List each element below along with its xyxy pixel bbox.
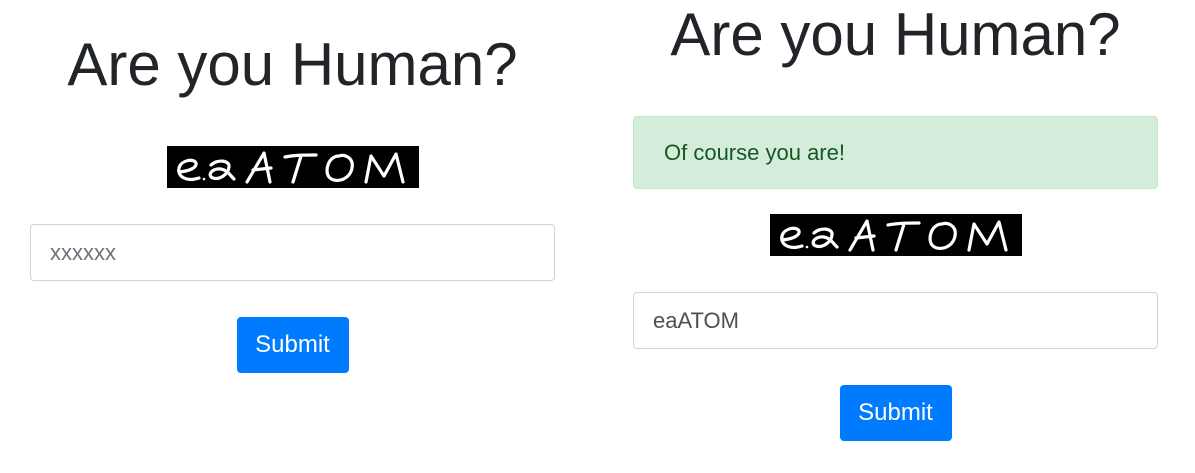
page-title: Are you Human? xyxy=(67,31,518,98)
submit-button[interactable]: Submit xyxy=(236,317,349,373)
success-alert-text: Of course you are! xyxy=(664,139,845,165)
captcha-image xyxy=(166,146,419,188)
page-title: Are you Human? xyxy=(670,1,1121,68)
captcha-form-initial: Are you Human? Submit xyxy=(30,0,555,473)
submit-button[interactable]: Submit xyxy=(839,385,952,441)
captcha-form-verified: Are you Human? Of course you are! Submit xyxy=(633,0,1158,473)
success-alert: Of course you are! xyxy=(633,116,1158,189)
captcha-answer-input[interactable] xyxy=(30,224,555,281)
captcha-image xyxy=(769,214,1022,256)
captcha-answer-input[interactable] xyxy=(633,292,1158,349)
